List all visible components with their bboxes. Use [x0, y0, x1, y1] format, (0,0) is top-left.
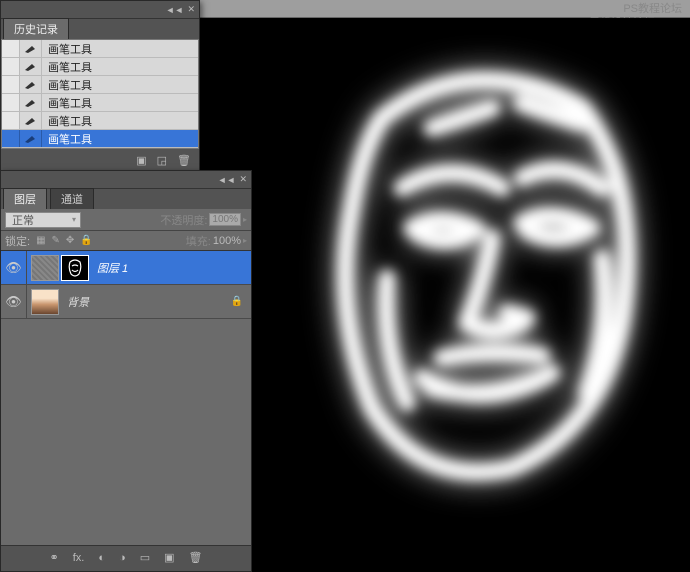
layers-footer: ⚭ fx. ◐ ◑ ▭ ▣ 🗑 — [1, 545, 251, 569]
watermark-sub: PS教程论坛 — [623, 3, 682, 15]
brush-icon — [24, 116, 38, 126]
lock-move-icon[interactable]: ✥ — [66, 235, 74, 246]
trash-icon[interactable]: 🗑 — [189, 551, 203, 564]
layer-name[interactable]: 背景 — [67, 294, 89, 310]
collapse-icon[interactable]: ◄◄ — [166, 5, 184, 15]
layer-mask-thumb[interactable] — [61, 255, 89, 281]
history-tabs: 历史记录 — [1, 19, 199, 39]
tab-layers[interactable]: 图层 — [3, 188, 47, 209]
blend-mode-dropdown[interactable]: 正常 ▾ — [5, 212, 81, 228]
close-icon[interactable]: ✕ — [239, 174, 247, 185]
layer-row-selected[interactable]: 👁 图层 1 — [1, 251, 251, 285]
visibility-toggle[interactable]: 👁 — [1, 251, 27, 284]
new-doc-icon[interactable]: ◲ — [157, 154, 167, 167]
chevron-down-icon: ▾ — [72, 215, 76, 224]
history-footer: ▣ ◲ 🗑 — [1, 149, 199, 171]
lock-icon: 🔒 — [231, 296, 243, 307]
history-item[interactable]: 画笔工具 — [2, 94, 198, 112]
collapse-icon[interactable]: ◄◄ — [218, 175, 236, 185]
lock-brush-icon[interactable]: ✎ — [52, 235, 60, 246]
close-icon[interactable]: ✕ — [187, 4, 195, 15]
chevron-right-icon[interactable]: ▸ — [243, 215, 247, 224]
brush-icon — [24, 98, 38, 108]
layer-thumb[interactable] — [31, 255, 59, 281]
mask-icon[interactable]: ◐ — [98, 552, 105, 564]
fx-icon[interactable]: fx. — [73, 552, 85, 564]
trash-icon[interactable]: 🗑 — [177, 154, 191, 167]
opacity-label: 不透明度: — [160, 212, 207, 228]
brush-icon — [24, 62, 38, 72]
lock-all-icon[interactable]: 🔒 — [80, 235, 92, 246]
lock-transparent-icon[interactable]: ▦ — [36, 235, 45, 246]
fill-value[interactable]: 100% — [213, 235, 241, 247]
history-list: 画笔工具 画笔工具 画笔工具 画笔工具 画笔工具 画笔工具 — [1, 39, 199, 149]
history-item[interactable]: 画笔工具 — [2, 76, 198, 94]
layer-options: 正常 ▾ 不透明度: 100% ▸ — [1, 209, 251, 231]
group-icon[interactable]: ▭ — [140, 551, 150, 564]
new-layer-icon[interactable]: ▣ — [164, 551, 174, 564]
brush-icon — [24, 134, 38, 144]
layer-name[interactable]: 图层 1 — [97, 260, 128, 276]
brush-icon — [24, 80, 38, 90]
fill-label: 填充: — [186, 233, 211, 249]
history-item[interactable]: 画笔工具 — [2, 112, 198, 130]
chevron-right-icon[interactable]: ▸ — [243, 236, 247, 245]
brush-icon — [24, 44, 38, 54]
layer-list: 👁 图层 1 👁 背景 🔒 — [1, 251, 251, 545]
panel-header: ◄◄ ✕ — [1, 1, 199, 19]
tab-history[interactable]: 历史记录 — [3, 18, 69, 39]
layer-thumb[interactable] — [31, 289, 59, 315]
lock-label: 锁定: — [5, 233, 30, 249]
opacity-value[interactable]: 100% — [209, 213, 241, 226]
history-item[interactable]: 画笔工具 — [2, 40, 198, 58]
tab-channels[interactable]: 通道 — [50, 188, 94, 209]
history-panel: ◄◄ ✕ 历史记录 画笔工具 画笔工具 画笔工具 画笔工具 画笔工具 画笔工具 … — [0, 0, 200, 172]
lock-row: 锁定: ▦ ✎ ✥ 🔒 填充: 100% ▸ — [1, 231, 251, 251]
adjustment-icon[interactable]: ◑ — [119, 552, 126, 564]
history-item-selected[interactable]: 画笔工具 — [2, 130, 198, 148]
blend-mode-value: 正常 — [12, 212, 34, 228]
layers-panel: ◄◄ ✕ 图层 通道 正常 ▾ 不透明度: 100% ▸ 锁定: ▦ ✎ ✥ 🔒… — [0, 170, 252, 572]
history-item[interactable]: 画笔工具 — [2, 58, 198, 76]
snapshot-icon[interactable]: ▣ — [136, 154, 146, 167]
link-layers-icon[interactable]: ⚭ — [50, 551, 59, 564]
canvas[interactable] — [252, 18, 690, 572]
visibility-toggle[interactable]: 👁 — [1, 285, 27, 318]
canvas-artwork — [292, 58, 652, 488]
layers-tabs: 图层 通道 — [1, 189, 251, 209]
layer-row[interactable]: 👁 背景 🔒 — [1, 285, 251, 319]
panel-header: ◄◄ ✕ — [1, 171, 251, 189]
